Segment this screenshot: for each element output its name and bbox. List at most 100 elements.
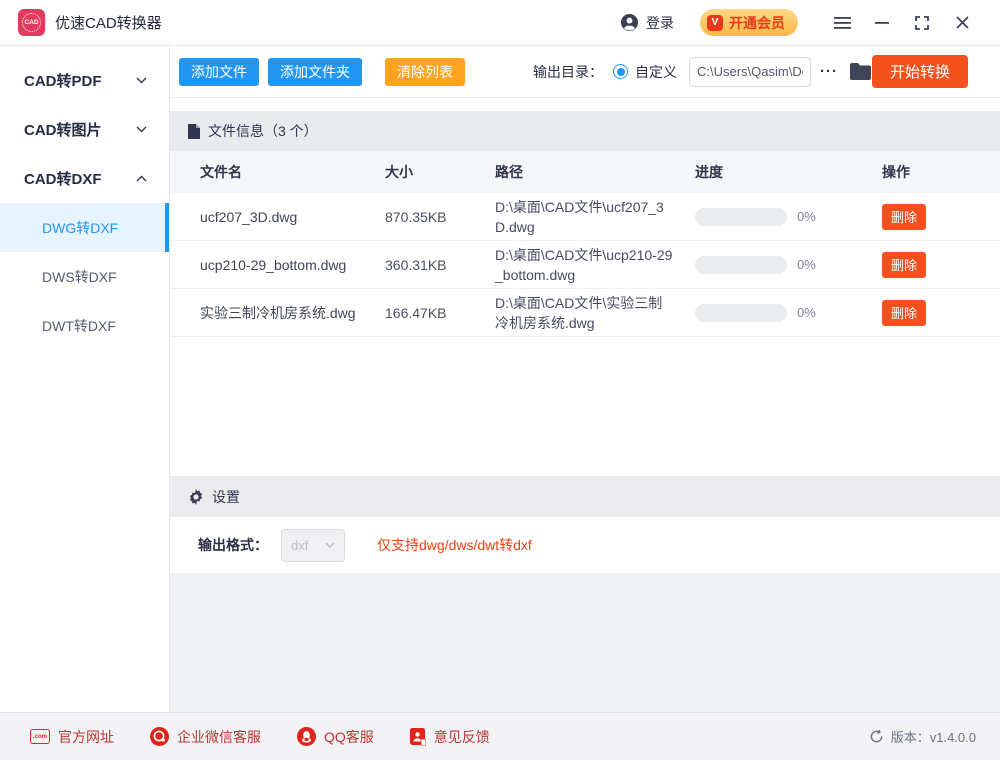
format-hint: 仅支持dwg/dws/dwt转dxf xyxy=(377,535,532,555)
progress-percent: 0% xyxy=(797,257,816,272)
col-progress: 进度 xyxy=(695,162,882,182)
sidebar-item-cad-to-pdf[interactable]: CAD转PDF xyxy=(0,56,169,105)
sidebar-group-label: CAD转图片 xyxy=(24,119,102,140)
clear-list-button[interactable]: 清除列表 xyxy=(385,58,465,86)
feedback-link[interactable]: 意见反馈 xyxy=(410,727,490,747)
app-logo-icon: CAD xyxy=(18,9,45,36)
minimize-icon xyxy=(875,22,889,24)
footer-link-label: 意见反馈 xyxy=(434,727,490,747)
output-format-value: dxf xyxy=(291,538,308,553)
menu-button[interactable] xyxy=(822,8,862,38)
add-file-button[interactable]: 添加文件 xyxy=(179,58,259,86)
empty-area xyxy=(170,337,1000,476)
col-size: 大小 xyxy=(385,162,495,182)
footer-link-label: 官方网址 xyxy=(58,727,114,747)
footer-link-label: QQ客服 xyxy=(324,727,374,747)
sidebar-item-cad-to-image[interactable]: CAD转图片 xyxy=(0,105,169,154)
main-panel: 添加文件 添加文件夹 清除列表 输出目录： 自定义 ··· 开始转换 xyxy=(170,46,1000,712)
file-name: ucp210-29_bottom.dwg xyxy=(200,255,385,275)
custom-dir-label: 自定义 xyxy=(635,62,677,82)
table-row: ucf207_3D.dwg 870.35KB D:\桌面\CAD文件\ucf20… xyxy=(170,193,1000,241)
qq-service-link[interactable]: QQ客服 xyxy=(297,727,374,747)
progress-cell: 0% xyxy=(695,304,882,322)
sidebar-sub-label: DWT转DXF xyxy=(42,316,116,336)
output-format-select[interactable]: dxf xyxy=(281,529,345,562)
start-convert-button[interactable]: 开始转换 xyxy=(872,55,968,88)
wechat-service-link[interactable]: 企业微信客服 xyxy=(150,727,261,747)
official-website-link[interactable]: .com 官方网址 xyxy=(30,727,114,747)
sidebar-item-dwg-to-dxf[interactable]: DWG转DXF xyxy=(0,203,169,252)
folder-icon xyxy=(850,63,871,80)
table-header: 文件名 大小 路径 进度 操作 xyxy=(170,151,1000,193)
close-button[interactable] xyxy=(942,8,982,38)
hamburger-icon xyxy=(834,17,851,29)
file-size: 870.35KB xyxy=(385,209,495,225)
chevron-down-icon xyxy=(325,542,335,548)
close-icon xyxy=(956,16,969,29)
delete-button[interactable]: 删除 xyxy=(882,252,926,278)
title-bar: CAD 优速CAD转换器 登录 V 开通会员 xyxy=(0,0,1000,46)
table-row: 实验三制冷机房系统.dwg 166.47KB D:\桌面\CAD文件\实验三制冷… xyxy=(170,289,1000,337)
output-format-label: 输出格式： xyxy=(198,535,268,555)
sidebar-sub-label: DWS转DXF xyxy=(42,267,117,287)
spacer xyxy=(170,98,1000,111)
login-label: 登录 xyxy=(646,13,674,33)
qq-icon xyxy=(297,727,316,746)
progress-bar xyxy=(695,304,787,322)
footer: .com 官方网址 企业微信客服 QQ客服 意见反馈 xyxy=(0,712,1000,760)
output-dir-label: 输出目录： xyxy=(533,62,603,82)
open-folder-button[interactable] xyxy=(850,63,871,80)
gear-icon xyxy=(188,489,204,505)
minimize-button[interactable] xyxy=(862,8,902,38)
file-size: 360.31KB xyxy=(385,257,495,273)
col-name: 文件名 xyxy=(200,162,385,182)
delete-button[interactable]: 删除 xyxy=(882,204,926,230)
sidebar-item-dws-to-dxf[interactable]: DWS转DXF xyxy=(0,252,169,301)
version-label: 版本：v1.4.0.0 xyxy=(891,727,976,746)
browse-more-button[interactable]: ··· xyxy=(820,63,838,80)
settings-bar: 设置 xyxy=(170,476,1000,517)
progress-percent: 0% xyxy=(797,209,816,224)
file-path: D:\桌面\CAD文件\实验三制冷机房系统.dwg xyxy=(495,293,695,333)
file-name: ucf207_3D.dwg xyxy=(200,207,385,227)
sidebar-item-cad-to-dxf[interactable]: CAD转DXF xyxy=(0,154,169,203)
chevron-down-icon xyxy=(136,77,147,84)
progress-bar xyxy=(695,208,787,226)
spacer xyxy=(170,573,1000,712)
feedback-icon xyxy=(410,728,426,746)
file-path: D:\桌面\CAD文件\ucf207_3D.dwg xyxy=(495,197,695,237)
custom-dir-radio[interactable]: 自定义 xyxy=(613,62,677,82)
maximize-button[interactable] xyxy=(902,8,942,38)
sidebar: CAD转PDF CAD转图片 CAD转DXF DWG转DXF DWS转DXF D… xyxy=(0,46,170,712)
sidebar-group-label: CAD转DXF xyxy=(24,168,102,189)
app-title: 优速CAD转换器 xyxy=(55,12,162,33)
file-size: 166.47KB xyxy=(385,305,495,321)
file-path: D:\桌面\CAD文件\ucp210-29_bottom.dwg xyxy=(495,245,695,285)
app-logo-cad-text: CAD xyxy=(22,13,41,32)
file-list: ucf207_3D.dwg 870.35KB D:\桌面\CAD文件\ucf20… xyxy=(170,193,1000,476)
delete-button[interactable]: 删除 xyxy=(882,300,926,326)
progress-cell: 0% xyxy=(695,256,882,274)
open-vip-button[interactable]: V 开通会员 xyxy=(700,9,798,36)
website-icon: .com xyxy=(30,729,50,744)
version-info: 版本：v1.4.0.0 xyxy=(869,727,976,746)
progress-percent: 0% xyxy=(797,305,816,320)
sidebar-sub-label: DWG转DXF xyxy=(42,218,118,238)
file-info-bar: 文件信息（3 个） xyxy=(170,111,1000,151)
col-ops: 操作 xyxy=(882,162,984,182)
add-folder-button[interactable]: 添加文件夹 xyxy=(268,58,362,86)
chevron-down-icon xyxy=(136,126,147,133)
file-info-title: 文件信息（3 个） xyxy=(208,121,318,141)
progress-cell: 0% xyxy=(695,208,882,226)
radio-selected-icon xyxy=(613,64,628,79)
refresh-icon xyxy=(869,729,884,744)
vip-label: 开通会员 xyxy=(729,13,785,33)
vip-icon: V xyxy=(707,15,723,31)
login-button[interactable]: 登录 xyxy=(620,13,674,33)
toolbar: 添加文件 添加文件夹 清除列表 输出目录： 自定义 ··· 开始转换 xyxy=(170,46,1000,98)
sidebar-item-dwt-to-dxf[interactable]: DWT转DXF xyxy=(0,301,169,350)
table-row: ucp210-29_bottom.dwg 360.31KB D:\桌面\CAD文… xyxy=(170,241,1000,289)
maximize-icon xyxy=(915,16,929,30)
col-path: 路径 xyxy=(495,162,695,182)
output-path-input[interactable] xyxy=(689,57,811,87)
